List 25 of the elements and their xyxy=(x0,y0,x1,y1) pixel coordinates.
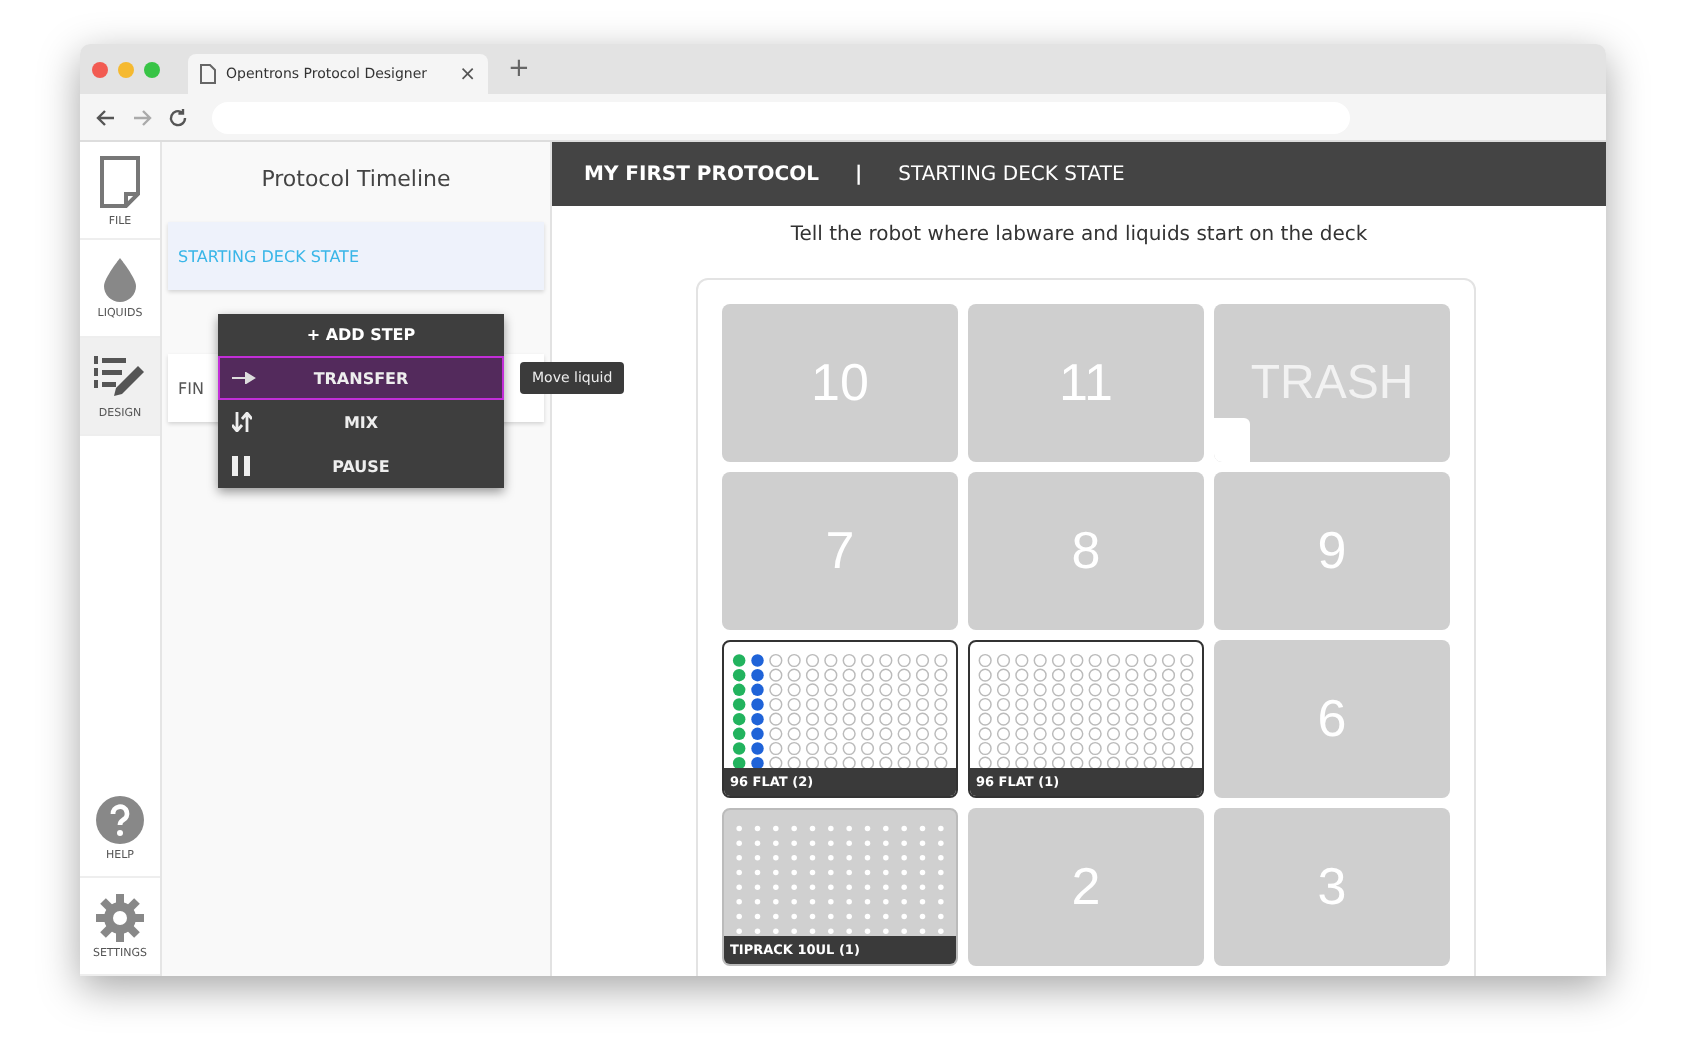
document-icon xyxy=(200,64,216,84)
pause-icon xyxy=(232,456,250,476)
tab-close-button[interactable]: × xyxy=(459,63,476,85)
help-icon xyxy=(96,795,144,843)
forward-arrow-icon[interactable] xyxy=(132,107,152,127)
settings-icon xyxy=(96,893,144,941)
maximize-window-icon[interactable] xyxy=(144,61,160,77)
section-title: STARTING DECK STATE xyxy=(898,163,1125,185)
panel-title: Protocol Timeline xyxy=(259,164,453,196)
back-arrow-icon[interactable] xyxy=(96,107,116,127)
arrow-right-icon xyxy=(232,372,256,384)
reload-icon[interactable] xyxy=(168,107,188,127)
up-down-arrows-icon xyxy=(232,412,252,432)
droplet-icon xyxy=(104,257,136,301)
minimize-window-icon[interactable] xyxy=(118,61,134,77)
close-window-icon[interactable] xyxy=(92,61,108,77)
menu-item[interactable]: PAUSE xyxy=(218,444,504,488)
new-tab-button[interactable]: + xyxy=(508,54,530,84)
separator: | xyxy=(855,163,863,185)
file-icon xyxy=(98,153,142,209)
list-pen-icon xyxy=(94,353,146,401)
protocol-title: MY FIRST PROTOCOL xyxy=(584,163,819,185)
instruction-text: Tell the robot where labware and liquids start on the deck xyxy=(788,222,1370,246)
menu-item[interactable]: MIX xyxy=(218,400,504,444)
add-step-button[interactable]: + ADD STEP xyxy=(218,314,504,356)
